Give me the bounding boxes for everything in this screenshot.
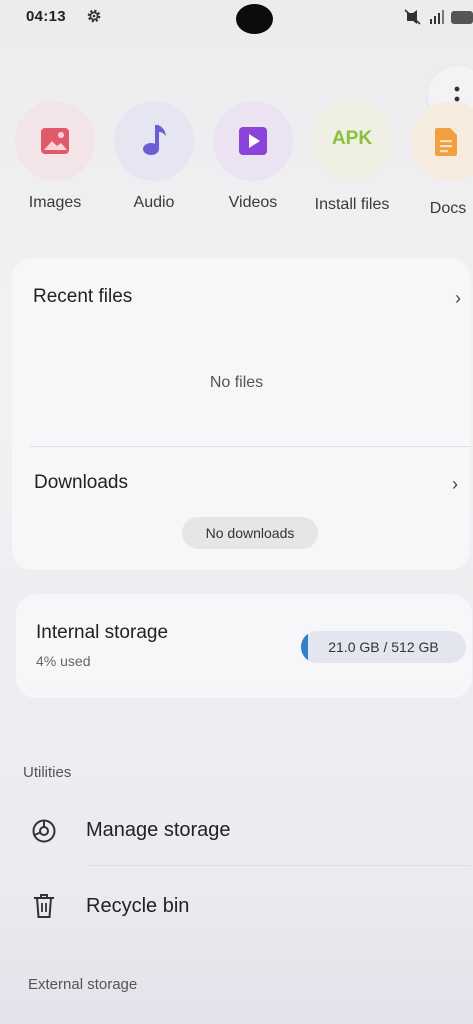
signal-icon (430, 10, 444, 24)
category-install-files-label: Install files (314, 196, 390, 213)
downloads-chevron-icon: › (452, 474, 458, 494)
utilities-header: Utilities (23, 764, 72, 781)
category-audio-label: Audio (133, 194, 175, 211)
image-icon (41, 128, 69, 154)
apk-icon: APK (331, 128, 373, 149)
storage-usage-text: 21.0 GB / 512 GB (328, 639, 439, 655)
recent-files-title: Recent files (33, 286, 133, 307)
document-icon (435, 128, 457, 156)
card-divider (30, 446, 470, 447)
mute-icon (404, 9, 421, 25)
recycle-bin-item[interactable] (12, 876, 470, 938)
category-docs-button[interactable] (411, 101, 473, 181)
recycle-bin-label: Recycle bin (86, 895, 190, 917)
category-videos-label: Videos (228, 194, 278, 211)
status-time: 04:13 (26, 8, 66, 25)
category-audio-button[interactable] (114, 101, 194, 181)
settings-icon (87, 9, 101, 23)
video-play-icon (239, 127, 267, 155)
category-install-files-button[interactable]: APK (312, 101, 392, 181)
recent-files-empty: No files (209, 374, 264, 391)
utilities-divider (86, 865, 470, 866)
category-docs-label: Docs (429, 200, 467, 217)
storage-analysis-icon (32, 819, 56, 843)
external-storage-header: External storage (28, 976, 138, 993)
manage-storage-item[interactable] (12, 800, 470, 862)
category-images-label: Images (28, 194, 82, 211)
downloads-title: Downloads (34, 472, 128, 493)
storage-percent-used: 4% used (36, 653, 91, 669)
front-camera (236, 4, 273, 34)
storage-usage-bar: 21.0 GB / 512 GB (301, 631, 466, 663)
manage-storage-label: Manage storage (86, 819, 231, 841)
battery-icon (451, 11, 473, 24)
category-images-button[interactable] (15, 101, 95, 181)
recent-files-chevron-icon: › (455, 288, 461, 308)
internal-storage-title: Internal storage (36, 622, 169, 643)
downloads-empty-badge: No downloads (182, 517, 318, 549)
trash-icon (34, 894, 54, 918)
status-icons (404, 9, 473, 25)
category-videos-button[interactable] (213, 101, 293, 181)
music-note-icon (143, 125, 166, 155)
